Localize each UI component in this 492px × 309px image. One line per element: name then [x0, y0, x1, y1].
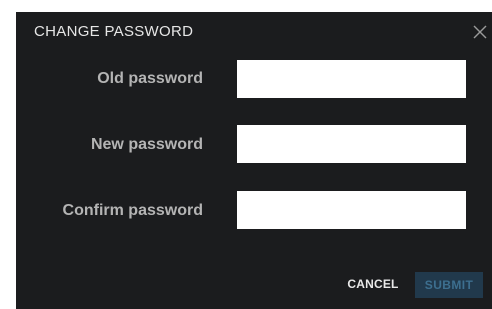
- confirm-password-field[interactable]: [237, 191, 466, 229]
- old-password-label: Old password: [97, 70, 203, 87]
- old-password-field[interactable]: [237, 60, 466, 98]
- change-password-dialog: CHANGE PASSWORD Old password New passwor…: [16, 12, 492, 309]
- dialog-title: CHANGE PASSWORD: [34, 23, 194, 40]
- cancel-button[interactable]: CANCEL: [342, 273, 404, 295]
- submit-button[interactable]: SUBMIT: [415, 272, 483, 298]
- new-password-label: New password: [90, 136, 203, 153]
- new-password-field[interactable]: [237, 125, 466, 163]
- close-icon[interactable]: [470, 22, 490, 42]
- confirm-password-label: Confirm password: [62, 202, 203, 219]
